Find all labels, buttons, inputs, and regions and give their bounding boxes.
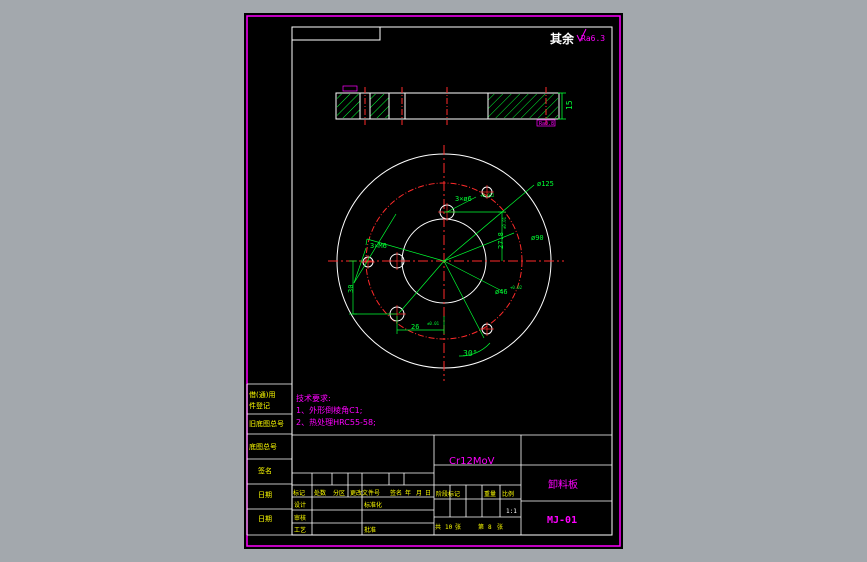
sheet-total: 10 bbox=[445, 524, 453, 531]
corner-tab bbox=[291, 26, 381, 41]
notes-line-2: 2、热处理HRC55-58; bbox=[296, 417, 376, 427]
dim-outer: ø125 bbox=[537, 180, 554, 188]
role-labels: 设计 标准化审核工艺 批准 bbox=[294, 501, 382, 534]
role-labels-item: 标准化 bbox=[364, 501, 382, 509]
hatch-left bbox=[337, 94, 360, 118]
drawing-no: MJ-01 bbox=[547, 515, 577, 526]
notes-line-1: 1、外形倒棱角C1; bbox=[296, 405, 362, 415]
revision-header-row: 标记 处数 分区 更改文件号 签名年月日 bbox=[293, 489, 431, 497]
part-name: 卸料板 bbox=[548, 478, 578, 491]
dim-horiz-26-tol: ±0.01 bbox=[427, 321, 440, 326]
dim-y-offset-tol: ±0.01 bbox=[502, 216, 507, 229]
notes-heading: 技术要求: bbox=[296, 393, 331, 403]
role-labels-item: 设计 bbox=[294, 501, 306, 509]
sheet-unit: 张 bbox=[455, 523, 461, 531]
drawing-canvas: 其余 Ra6.3 15 Ra0.8 ø125 ø90 ø46 +0.02 3×ø… bbox=[246, 15, 621, 547]
revision-header-row-item: 签名 bbox=[390, 489, 402, 497]
stage-headers: 阶段标记 重量 比例 bbox=[436, 490, 514, 498]
left-cell-4: 签名 bbox=[258, 466, 272, 475]
revision-header-row-item: 年 bbox=[405, 489, 411, 497]
hatch-left-2 bbox=[370, 94, 389, 118]
side-callout: Ra0.8 bbox=[539, 121, 554, 127]
dim-bore-tol: +0.02 bbox=[510, 285, 523, 290]
dim-pcd: ø90 bbox=[531, 234, 544, 242]
surface-symbol: Ra6.3 bbox=[581, 34, 605, 43]
stage-headers-item: 比例 bbox=[502, 490, 514, 498]
stage-headers-item: 重量 bbox=[484, 490, 496, 498]
outer-border bbox=[246, 15, 621, 547]
sheet-total-label: 共 bbox=[435, 523, 441, 531]
thickness-dim: 15 bbox=[565, 100, 574, 110]
role-labels-item: 工艺 bbox=[294, 526, 306, 534]
dim-bore: ø46 bbox=[495, 288, 508, 296]
hatch-right bbox=[488, 94, 558, 118]
dim-horiz-26: 26 bbox=[411, 323, 419, 331]
left-cell-3: 底图总号 bbox=[249, 442, 277, 451]
sheet-no-unit: 张 bbox=[497, 523, 503, 531]
revision-header-row-item: 日 bbox=[425, 490, 431, 497]
left-cell-6: 日期 bbox=[258, 515, 272, 523]
role-labels-item: 批准 bbox=[364, 526, 376, 534]
left-cell-1: 借(通)用 bbox=[249, 390, 275, 399]
dim-pin-tol: +0.012 bbox=[480, 193, 495, 198]
revision-header-row-item: 处数 bbox=[314, 489, 326, 497]
dim-screw-holes: 3×M6 bbox=[370, 242, 387, 250]
stage-headers-item: 阶段标记 bbox=[436, 490, 460, 498]
left-cell-1b: 件登记 bbox=[249, 401, 270, 410]
left-cell-5: 日期 bbox=[258, 491, 272, 499]
side-view: 15 Ra0.8 bbox=[335, 85, 574, 127]
role-labels-item: 审核 bbox=[294, 514, 306, 522]
dim-y-offset: 27.8 bbox=[497, 232, 505, 249]
cad-drawing-sheet: 其余 Ra6.3 15 Ra0.8 ø125 ø90 ø46 +0.02 3×ø… bbox=[244, 13, 623, 549]
dim-vert-30: 30 bbox=[347, 285, 355, 293]
sheet-no-label: 第 bbox=[478, 523, 484, 531]
dim-pin-holes: 3×ø6 bbox=[455, 195, 472, 203]
revision-header-row-item: 标记 bbox=[293, 489, 305, 497]
material: Cr12MoV bbox=[449, 456, 495, 467]
left-cell-2: 旧底图总号 bbox=[249, 419, 284, 428]
revision-header-row-item: 月 bbox=[416, 490, 422, 497]
dim-angle: 30° bbox=[463, 349, 477, 358]
revision-header-row-item: 分区 bbox=[333, 489, 345, 497]
plan-view: ø125 ø90 ø46 +0.02 3×ø6 +0.012 27.8 ±0.0… bbox=[328, 145, 564, 381]
sheet-no: 8 bbox=[488, 524, 492, 531]
scale-value: 1:1 bbox=[506, 508, 517, 515]
surface-note: 其余 bbox=[550, 31, 575, 46]
revision-header-row-item: 更改文件号 bbox=[350, 489, 380, 497]
